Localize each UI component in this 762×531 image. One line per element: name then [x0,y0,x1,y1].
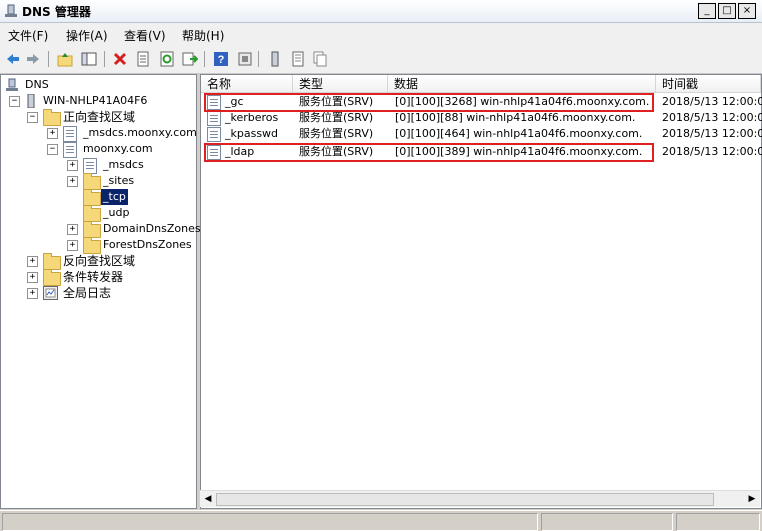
expand-icon[interactable]: + [67,176,78,187]
help-icon[interactable]: ? [212,50,230,68]
column-header-type[interactable]: 类型 [293,75,388,93]
column-header-data[interactable]: 数据 [388,75,656,93]
tree-label: 全局日志 [63,286,112,300]
scroll-left-icon[interactable]: ◀ [201,492,215,506]
zone-icon [83,158,97,174]
record-name: _kerberos [225,111,279,124]
forward-arrow-icon[interactable] [24,50,42,68]
tree-label: DNS [25,78,49,91]
folder-icon [83,221,101,238]
back-arrow-icon[interactable] [4,50,22,68]
up-folder-icon[interactable] [56,50,74,68]
refresh-icon[interactable] [158,50,176,68]
record-type: 服务位置(SRV) [299,127,374,140]
record-type: 服务位置(SRV) [299,111,374,124]
tree-pane[interactable]: DNS − WIN-NHLP41A04F6 − 正向查找区域 + _msdcs.… [0,74,201,509]
tree-label: _udp [103,206,130,219]
expand-icon[interactable]: + [27,256,38,267]
menu-view[interactable]: 查看(V) [124,27,166,44]
table-row[interactable]: _kpasswd 服务位置(SRV) [0][100][464] win-nhl… [203,126,762,142]
show-tree-icon[interactable] [80,50,98,68]
folder-icon [43,253,61,270]
status-panel [2,513,538,531]
status-panel [676,513,760,531]
svg-text:?: ? [218,54,225,66]
tree-label: DomainDnsZones [103,222,201,235]
tree-label: 反向查找区域 [63,254,136,268]
dns-app-icon [5,4,17,17]
status-bar [0,510,762,531]
folder-icon [83,205,101,222]
menu-action[interactable]: 操作(A) [66,27,108,44]
toolbar: ? [0,45,762,74]
record-name: _kpasswd [225,127,279,140]
zone-icon [63,126,77,142]
highlight-box-ldap [204,143,654,162]
tree-label: _tcp [101,189,128,205]
record-icon [207,111,221,126]
collapse-icon[interactable]: − [47,144,58,155]
expand-icon[interactable]: + [67,240,78,251]
list-icon[interactable] [289,50,307,68]
menu-bar: 文件(F) 操作(A) 查看(V) 帮助(H) [0,23,762,45]
tree-label: moonxy.com [83,142,153,155]
records-list[interactable]: 名称 类型 数据 时间戳 _gc 服务位置(SRV) [0][100][3268… [200,74,762,509]
folder-icon [43,269,61,286]
folder-icon [83,173,101,190]
record-timestamp: 2018/5/13 12:00:0 [662,127,762,140]
menu-help[interactable]: 帮助(H) [182,27,224,44]
record-timestamp: 2018/5/13 12:00:0 [662,111,762,124]
close-button[interactable]: × [738,3,756,19]
scroll-right-icon[interactable]: ▶ [745,492,759,506]
log-icon [43,286,58,300]
tree-label: WIN-NHLP41A04F6 [43,94,148,107]
record-timestamp: 2018/5/13 12:00:0 [662,145,762,158]
record-data: [0][100][464] win-nhlp41a04f6.moonxy.com… [395,127,643,140]
folder-icon [83,237,101,254]
expand-icon[interactable]: + [67,224,78,235]
record-icon [207,127,221,142]
record-data: [0][100][88] win-nhlp41a04f6.moonxy.com. [395,111,636,124]
tree-label: ForestDnsZones [103,238,192,251]
zone-icon [63,142,77,158]
dns-icon [6,78,18,91]
properties-icon[interactable] [134,50,152,68]
tree-label: _msdcs [103,158,144,171]
collapse-icon[interactable]: − [27,112,38,123]
record-icon[interactable] [236,50,254,68]
highlight-box-gc [204,93,654,112]
expand-icon[interactable]: + [27,288,38,299]
scroll-thumb[interactable] [216,493,714,506]
folder-icon [83,189,101,206]
title-bar: DNS 管理器 _ □ × [0,0,762,23]
table-row[interactable]: _kerberos 服务位置(SRV) [0][100][88] win-nhl… [203,110,762,126]
server-icon [27,94,35,108]
copy-icon[interactable] [311,50,329,68]
status-panel [541,513,673,531]
tree-label: 正向查找区域 [63,110,136,124]
maximize-button[interactable]: □ [718,3,736,19]
export-list-icon[interactable] [181,50,199,68]
menu-file[interactable]: 文件(F) [8,27,48,44]
collapse-icon[interactable]: − [9,96,20,107]
column-header-name[interactable]: 名称 [201,75,293,93]
expand-icon[interactable]: + [47,128,58,139]
record-timestamp: 2018/5/13 12:00:0 [662,95,762,108]
tree-label: _msdcs.moonxy.com [83,126,197,139]
delete-icon[interactable] [111,50,129,68]
tree-label: _sites [103,174,135,187]
horizontal-scrollbar[interactable]: ◀ ▶ [200,490,760,507]
expand-icon[interactable]: + [27,272,38,283]
server-icon[interactable] [266,50,284,68]
column-header-timestamp[interactable]: 时间戳 [656,75,761,93]
folder-icon [43,109,61,126]
minimize-button[interactable]: _ [698,3,716,19]
expand-icon[interactable]: + [67,160,78,171]
tree-label: 条件转发器 [63,270,124,284]
window-title: DNS 管理器 [22,5,91,19]
